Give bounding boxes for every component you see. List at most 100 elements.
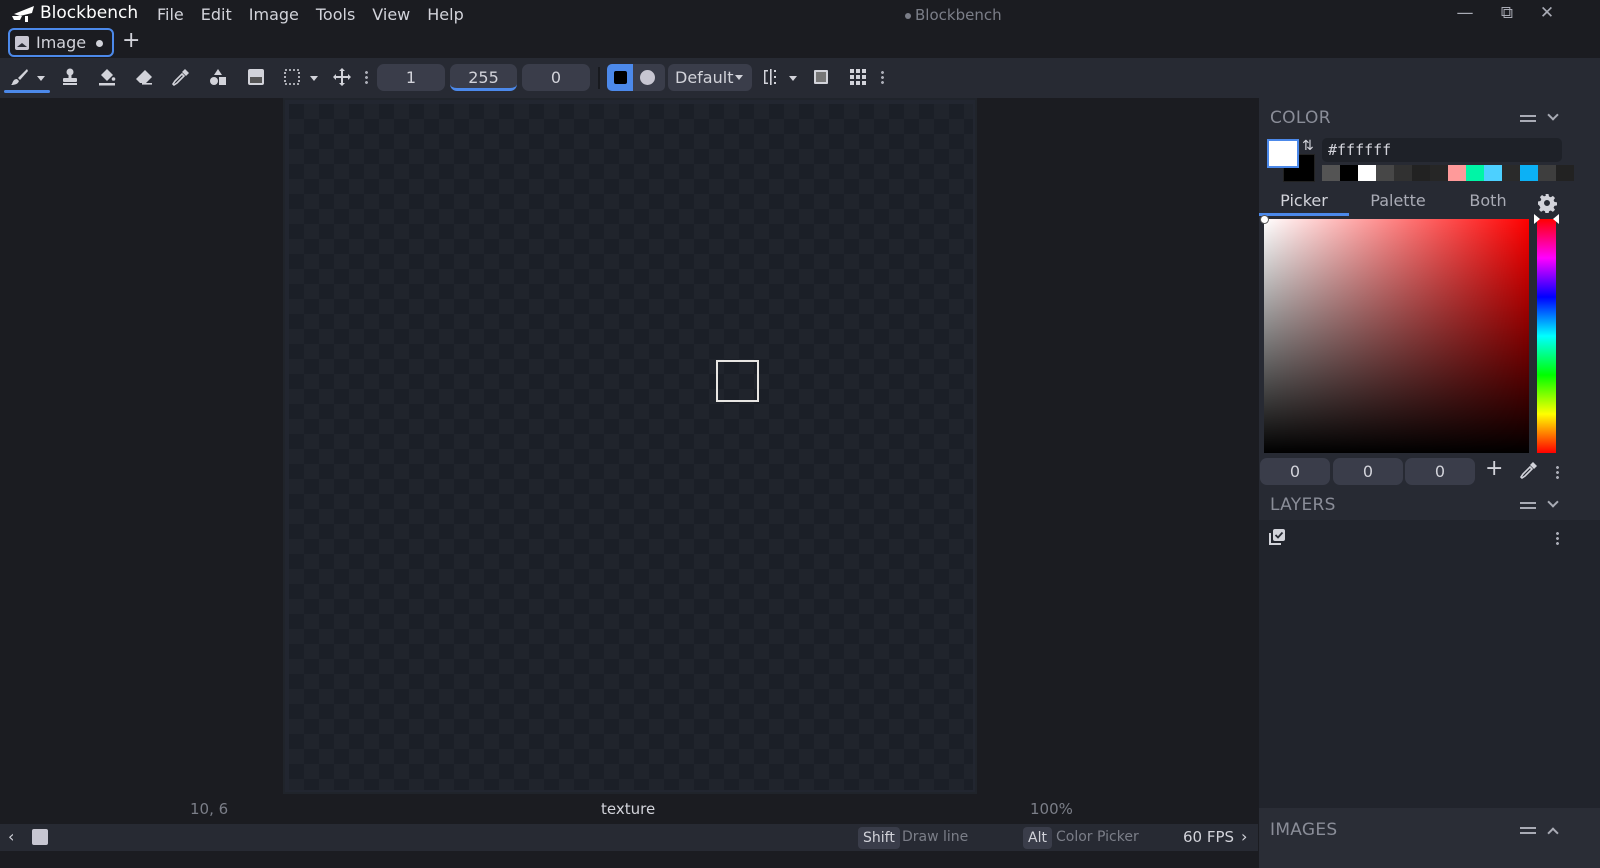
- menu-edit[interactable]: Edit: [201, 5, 232, 24]
- color-swatch[interactable]: [1538, 165, 1556, 181]
- canvas-frame: [283, 98, 977, 794]
- toolbar-more-icon[interactable]: [881, 70, 884, 84]
- primary-color-swatch[interactable]: [1267, 139, 1299, 168]
- panel-menu-icon[interactable]: [1520, 115, 1536, 122]
- layers-more-icon[interactable]: [1556, 531, 1559, 545]
- chevron-right-icon[interactable]: ›: [1241, 827, 1247, 846]
- chevron-down-icon[interactable]: [1547, 109, 1559, 121]
- menu-tools[interactable]: Tools: [316, 5, 355, 24]
- shortcut-desc-draw-line: Draw line: [902, 829, 969, 845]
- brush-size-input[interactable]: 1: [377, 64, 445, 91]
- swap-colors-icon[interactable]: ⇅: [1302, 138, 1314, 154]
- selection-icon: [284, 69, 300, 85]
- texture-name: texture: [601, 800, 656, 818]
- layers-checkbox-icon[interactable]: [1268, 528, 1286, 546]
- tab-both[interactable]: Both: [1443, 191, 1533, 210]
- blue-input[interactable]: 0: [1405, 458, 1475, 485]
- move-tool[interactable]: [331, 66, 353, 88]
- hue-slider[interactable]: [1537, 219, 1556, 453]
- stamp-icon: [63, 68, 77, 85]
- softness-input[interactable]: 0: [522, 64, 590, 91]
- mirror-painting-button[interactable]: [760, 66, 782, 88]
- hue-handle-left[interactable]: [1534, 214, 1540, 224]
- gear-icon[interactable]: [1537, 193, 1557, 213]
- image-icon[interactable]: [32, 829, 48, 845]
- color-swatch[interactable]: [1430, 165, 1448, 181]
- color-swatch[interactable]: [1520, 165, 1538, 181]
- eraser-tool[interactable]: [133, 66, 155, 88]
- fill-tool[interactable]: [96, 66, 118, 88]
- clone-stamp-tool[interactable]: [59, 66, 81, 88]
- chevron-down-icon[interactable]: [1547, 496, 1559, 508]
- saturation-value-handle[interactable]: [1260, 215, 1269, 224]
- toolbar: 1 255 0 Default: [0, 58, 1600, 98]
- panel-menu-icon[interactable]: [1520, 827, 1536, 834]
- menu-file[interactable]: File: [157, 5, 184, 24]
- layers-panel-title: LAYERS: [1270, 495, 1336, 515]
- brush-shape-toggle[interactable]: [607, 64, 665, 91]
- menu-view[interactable]: View: [372, 5, 410, 24]
- fps-counter: 60 FPS: [1183, 828, 1235, 846]
- tab-palette[interactable]: Palette: [1353, 191, 1443, 210]
- color-swatch[interactable]: [1358, 165, 1376, 181]
- eraser-icon: [136, 70, 152, 85]
- color-swatch[interactable]: [1340, 165, 1358, 181]
- color-swatch[interactable]: [1322, 165, 1340, 181]
- blockbench-logo-icon: [12, 6, 34, 22]
- minimize-button[interactable]: —: [1450, 3, 1480, 25]
- color-swatch[interactable]: [1376, 165, 1394, 181]
- brush-tool[interactable]: [8, 66, 30, 88]
- color-swatch[interactable]: [1466, 165, 1484, 181]
- menu-image[interactable]: Image: [249, 5, 299, 24]
- green-input[interactable]: 0: [1333, 458, 1403, 485]
- brush-dropdown-caret[interactable]: [37, 76, 45, 81]
- color-more-icon[interactable]: [1556, 465, 1559, 479]
- color-swatch[interactable]: [1502, 165, 1520, 181]
- circle-shape-option[interactable]: [640, 70, 655, 85]
- layers-list: [1259, 520, 1600, 808]
- color-swatch[interactable]: [1412, 165, 1430, 181]
- hue-handle-right[interactable]: [1553, 214, 1559, 224]
- selection-tool[interactable]: [281, 66, 303, 88]
- tab-picker[interactable]: Picker: [1259, 191, 1349, 210]
- color-swatch[interactable]: [1484, 165, 1502, 181]
- color-swatch[interactable]: [1448, 165, 1466, 181]
- selection-dropdown-caret[interactable]: [310, 76, 318, 81]
- new-tab-button[interactable]: +: [122, 29, 140, 53]
- saturation-value-picker[interactable]: [1264, 219, 1529, 453]
- toolbar-overflow-handle[interactable]: [365, 70, 368, 84]
- brush-cursor-outline: [716, 360, 759, 402]
- restore-button[interactable]: ⧉: [1492, 3, 1522, 25]
- tab-label: Image: [36, 33, 87, 52]
- close-button[interactable]: ✕: [1532, 3, 1562, 25]
- hex-color-input[interactable]: [1322, 138, 1562, 162]
- window-title: Blockbench: [905, 6, 1002, 24]
- texture-canvas[interactable]: [289, 104, 973, 790]
- color-picker-tool[interactable]: [170, 66, 192, 88]
- shapes-tool[interactable]: [207, 66, 229, 88]
- square-shape-option[interactable]: [607, 64, 633, 91]
- checkerboard-toggle[interactable]: [810, 66, 832, 88]
- status-bar: ‹ Shift Draw line Alt Color Picker 60 FP…: [0, 824, 1258, 851]
- modified-dot-icon[interactable]: [96, 40, 103, 47]
- grid-toggle[interactable]: [847, 66, 869, 88]
- color-swatch[interactable]: [1556, 165, 1574, 181]
- active-tab-indicator: [1259, 213, 1349, 216]
- add-to-palette-button[interactable]: +: [1485, 456, 1503, 481]
- gradient-tool[interactable]: [245, 66, 267, 88]
- color-swatch[interactable]: [1394, 165, 1412, 181]
- opacity-input[interactable]: 255: [450, 64, 517, 91]
- app-name: Blockbench: [40, 3, 139, 23]
- chevron-left-icon[interactable]: ‹: [8, 827, 14, 846]
- red-input[interactable]: 0: [1260, 458, 1330, 485]
- panel-menu-icon[interactable]: [1520, 502, 1536, 509]
- mirror-icon: [764, 69, 776, 85]
- mirror-dropdown-caret[interactable]: [789, 76, 797, 81]
- menu-help[interactable]: Help: [427, 5, 463, 24]
- right-sidebar: COLOR ⇅ Picker Palette Both 0 0 0 + LAYE…: [1259, 98, 1600, 868]
- tab-image[interactable]: Image: [8, 28, 114, 57]
- eyedropper-icon: [171, 69, 189, 87]
- eyedropper-icon[interactable]: [1519, 460, 1539, 480]
- blend-mode-select[interactable]: Default: [668, 64, 752, 91]
- images-panel-title: IMAGES: [1270, 820, 1338, 840]
